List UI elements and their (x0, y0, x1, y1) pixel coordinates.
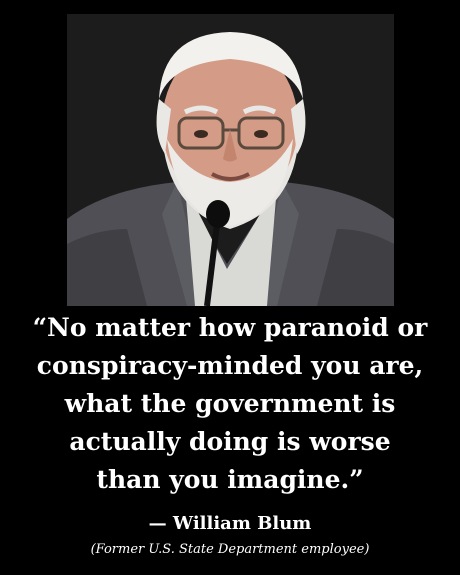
author-role: (Former U.S. State Department employee) (90, 542, 370, 557)
quote-poster: “No matter how paranoid or conspiracy-mi… (0, 0, 460, 575)
quote-line: actually doing is worse (69, 427, 391, 456)
speaker-photo (67, 14, 394, 306)
quote-line: what the government is (64, 389, 396, 418)
quote-line: than you imagine.” (96, 465, 364, 494)
quote-line: “No matter how paranoid or (32, 313, 428, 342)
speaker-illustration (67, 14, 394, 306)
author-name: — William Blum (148, 513, 312, 534)
quote-text: “No matter how paranoid or conspiracy-mi… (0, 309, 460, 499)
quote-line: conspiracy-minded you are, (36, 351, 424, 380)
